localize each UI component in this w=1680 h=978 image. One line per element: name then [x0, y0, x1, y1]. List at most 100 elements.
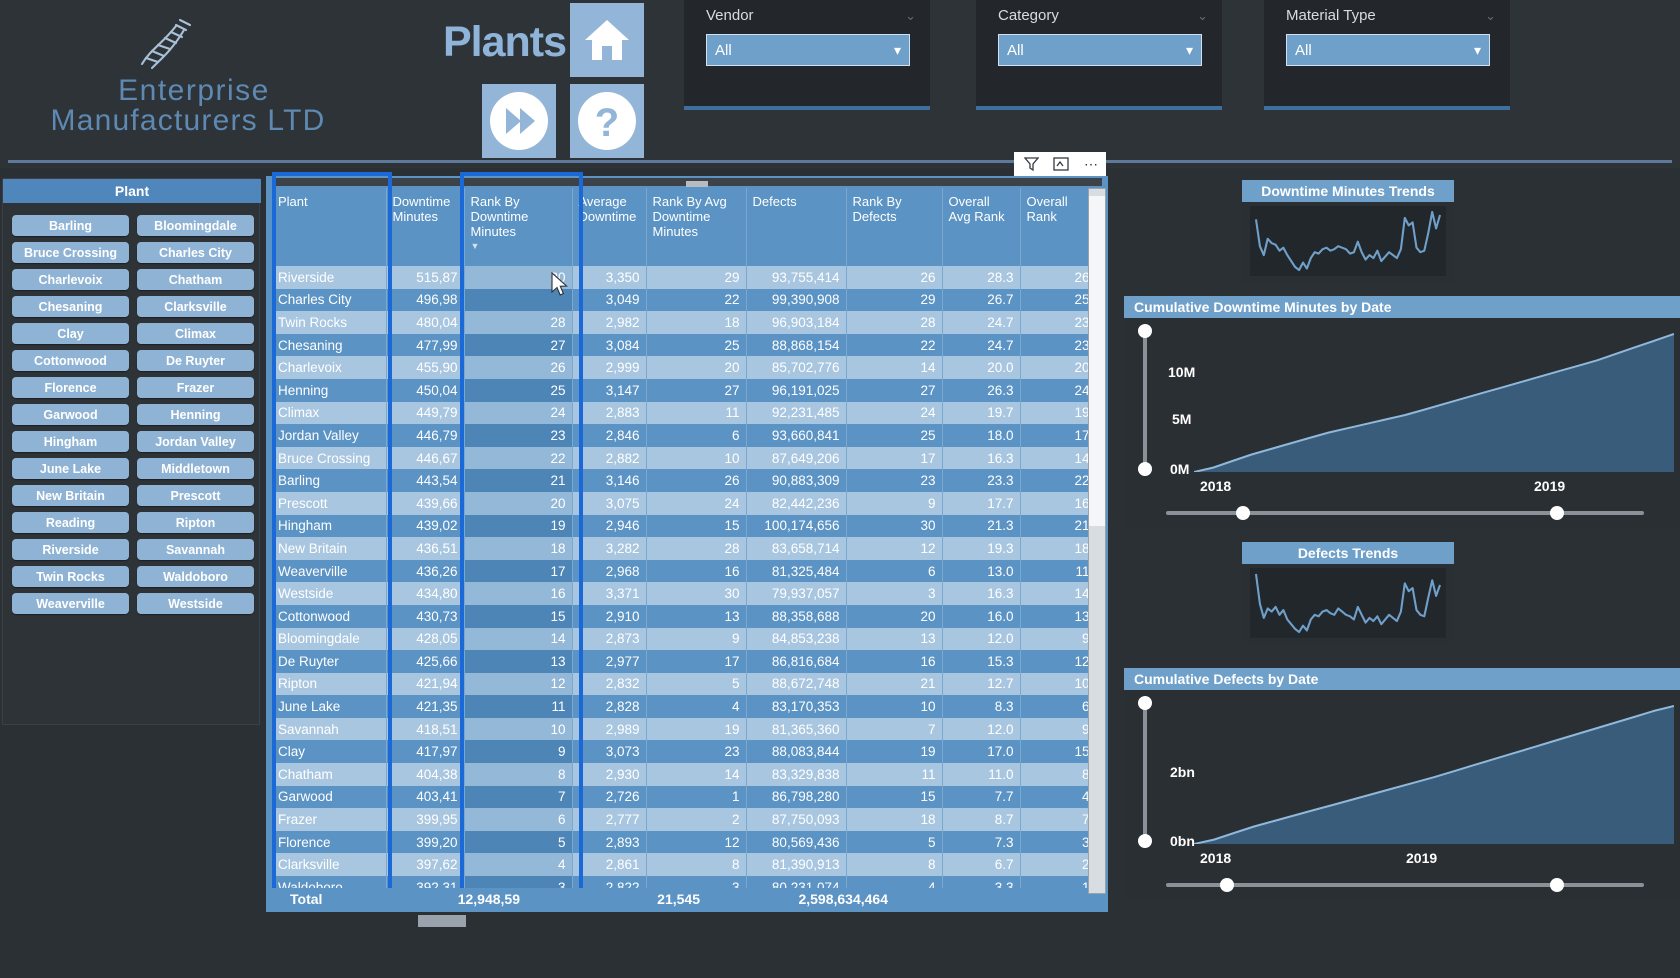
plant-chip[interactable]: Charlevoix [12, 269, 129, 290]
table-row[interactable]: Garwood 403,41 7 2,726 1 86,798,280 15 7.7 4 [272, 785, 1097, 809]
table-row[interactable]: Weaverville 436,26 17 2,968 16 81,325,484 6 13.… [272, 559, 1097, 583]
table-cell: Twin Rocks [272, 311, 387, 334]
table-row[interactable]: Charles City 496,98 3,049 22 99,390,908 29 26.… [272, 288, 1097, 312]
plant-chip[interactable]: De Ruyter [137, 350, 254, 371]
table-row[interactable]: Frazer 399,95 6 2,777 2 87,750,093 18 8.7 7 [272, 808, 1097, 831]
downtime-y-axis-slider[interactable] [1138, 324, 1152, 476]
chevron-down-icon[interactable]: ⌄ [1197, 8, 1208, 24]
table-header-overall-avg-rank[interactable]: Overall Avg Rank [942, 188, 1021, 266]
table-row[interactable]: Jordan Valley 446,79 23 2,846 6 93,660,841 25 1… [272, 424, 1097, 447]
plant-chip[interactable]: Weaverville [12, 593, 129, 614]
focus-mode-icon[interactable] [1050, 154, 1072, 174]
slider-knob-top[interactable] [1138, 696, 1152, 710]
filter-icon[interactable] [1020, 154, 1042, 174]
slider-knob-left[interactable] [1236, 506, 1250, 520]
plant-chip[interactable]: Prescott [137, 485, 254, 506]
table-header-rank-by-avg-downtime-minutes[interactable]: Rank By Avg Downtime Minutes [646, 188, 747, 266]
material-type-dropdown[interactable]: All ▾ [1286, 34, 1490, 66]
slider-knob-top[interactable] [1138, 324, 1152, 338]
table-hscrollbar-thumb[interactable] [418, 915, 466, 927]
table-row[interactable]: Hingham 439,02 19 2,946 15 100,174,656 30 21.3 2… [272, 514, 1097, 538]
table-row[interactable]: Savannah 418,51 10 2,989 19 81,365,360 7 12.0 9 [272, 717, 1097, 741]
table-row[interactable]: Chesaning 477,99 27 3,084 25 88,868,154 22 24.7… [272, 333, 1097, 357]
plant-chip[interactable]: Riverside [12, 539, 129, 560]
slider-knob-left[interactable] [1220, 878, 1234, 892]
table-row[interactable]: Cottonwood 430,73 15 2,910 13 88,358,688 20 16.… [272, 604, 1097, 628]
table-row[interactable]: Prescott 439,66 20 3,075 24 82,442,236 9 17.7 16 [272, 491, 1097, 515]
table-scrollbar-thumb[interactable] [1089, 196, 1105, 526]
plant-chip[interactable]: Clay [12, 323, 129, 344]
defects-y-axis-slider[interactable] [1138, 696, 1152, 848]
vendor-dropdown[interactable]: All ▾ [706, 34, 910, 66]
slider-knob-right[interactable] [1550, 878, 1564, 892]
table-cell: 421,35 [386, 695, 465, 718]
table-cell: 15 [646, 514, 747, 538]
table-row[interactable]: Barling 443,54 21 3,146 26 90,883,309 23 23.3 22 [272, 469, 1097, 492]
home-button[interactable] [570, 3, 644, 77]
plant-chip[interactable]: Jordan Valley [137, 431, 254, 452]
table-row[interactable]: Bloomingdale 428,05 14 2,873 9 84,853,238 13 12… [272, 627, 1097, 651]
plant-chip[interactable]: Middletown [137, 458, 254, 479]
plant-chip[interactable]: Frazer [137, 377, 254, 398]
plant-chip[interactable]: June Lake [12, 458, 129, 479]
table-row[interactable]: Charlevoix 455,90 26 2,999 20 85,702,776 14 20.… [272, 356, 1097, 379]
plant-chip[interactable]: Waldoboro [137, 566, 254, 587]
plant-chip[interactable]: Hingham [12, 431, 129, 452]
table-row[interactable]: Chatham 404,38 8 2,930 14 83,329,838 11 11.0 8 [272, 763, 1097, 786]
table-row[interactable]: Ripton 421,94 12 2,832 5 88,672,748 21 12.7 10 [272, 672, 1097, 696]
plant-chip[interactable]: Florence [12, 377, 129, 398]
slider-knob-right[interactable] [1550, 506, 1564, 520]
table-cell: 15.3 [942, 650, 1021, 673]
next-page-button[interactable] [482, 84, 556, 158]
chevron-down-icon[interactable]: ⌄ [905, 8, 916, 24]
plant-chip[interactable]: Clarksville [137, 296, 254, 317]
slider-knob-bottom[interactable] [1138, 462, 1152, 476]
plant-chip[interactable]: New Britain [12, 485, 129, 506]
table-row[interactable]: Clarksville 397,62 4 2,861 8 81,390,913 8 6.7 2 [272, 853, 1097, 877]
plant-chip[interactable]: Garwood [12, 404, 129, 425]
column-resize-handle[interactable] [686, 181, 708, 187]
plant-chip[interactable]: Bloomingdale [137, 215, 254, 236]
plant-chip[interactable]: Ripton [137, 512, 254, 533]
table-row[interactable]: De Ruyter 425,66 13 2,977 17 86,816,684 16 15.3… [272, 650, 1097, 673]
table-header-downtime-minutes[interactable]: Downtime Minutes [386, 188, 465, 266]
chevron-down-icon[interactable]: ⌄ [1485, 8, 1496, 24]
defects-date-range-slider[interactable] [1158, 878, 1652, 892]
table-row[interactable]: New Britain 436,51 18 3,282 28 83,658,714 12 19… [272, 537, 1097, 560]
table-header-defects[interactable]: Defects [746, 188, 847, 266]
plant-chip[interactable]: Charles City [137, 242, 254, 263]
table-row[interactable]: June Lake 421,35 11 2,828 4 83,170,353 10 8.3 6 [272, 695, 1097, 718]
plant-chip[interactable]: Chatham [137, 269, 254, 290]
table-row[interactable]: Bruce Crossing 446,67 22 2,882 10 87,649,206 1… [272, 446, 1097, 470]
table-row[interactable]: Westside 434,80 16 3,371 30 79,937,057 3 16.3 14 [272, 582, 1097, 605]
category-dropdown[interactable]: All ▾ [998, 34, 1202, 66]
table-row[interactable]: Clay 417,97 9 3,073 23 88,083,844 19 17.0 15 [272, 740, 1097, 764]
plant-chip[interactable]: Twin Rocks [12, 566, 129, 587]
plant-chip[interactable]: Climax [137, 323, 254, 344]
plant-chip[interactable]: Savannah [137, 539, 254, 560]
table-header-plant[interactable]: Plant [272, 188, 387, 266]
plant-chip[interactable]: Westside [137, 593, 254, 614]
table-row[interactable]: Twin Rocks 480,04 28 2,982 18 96,903,184 28 24.… [272, 311, 1097, 334]
table-header-overall-rank[interactable]: Overall Rank [1020, 188, 1097, 266]
table-cell: 421,94 [386, 672, 465, 696]
table-row[interactable]: Henning 450,04 25 3,147 27 96,191,025 27 26.3 24 [272, 378, 1097, 402]
table-header-rank-by-downtime-minutes[interactable]: Rank By Downtime Minutes ▼ [464, 188, 573, 266]
help-button[interactable]: ? [570, 84, 644, 158]
table-header-rank-by-defects[interactable]: Rank By Defects [846, 188, 943, 266]
plant-chip[interactable]: Chesaning [12, 296, 129, 317]
plant-chip[interactable]: Reading [12, 512, 129, 533]
downtime-date-range-slider[interactable] [1158, 506, 1652, 520]
plant-chip[interactable]: Bruce Crossing [12, 242, 129, 263]
table-row[interactable]: Riverside 515,87 30 3,350 29 93,755,414 26 28.3… [272, 266, 1097, 289]
table-row[interactable]: Florence 399,20 5 2,893 12 80,569,436 5 7.3 3 [272, 830, 1097, 854]
table-row[interactable]: Climax 449,79 24 2,883 11 92,231,485 24 19.7 19 [272, 401, 1097, 425]
more-options-icon[interactable]: ⋯ [1080, 154, 1102, 174]
table-cell: 11 [846, 763, 943, 786]
plant-chip[interactable]: Cottonwood [12, 350, 129, 371]
plant-chip[interactable]: Henning [137, 404, 254, 425]
table-header-average-downtime[interactable]: Average Downtime [572, 188, 647, 266]
slider-knob-bottom[interactable] [1138, 834, 1152, 848]
table-cell: Weaverville [272, 559, 387, 583]
plant-chip[interactable]: Barling [12, 215, 129, 236]
